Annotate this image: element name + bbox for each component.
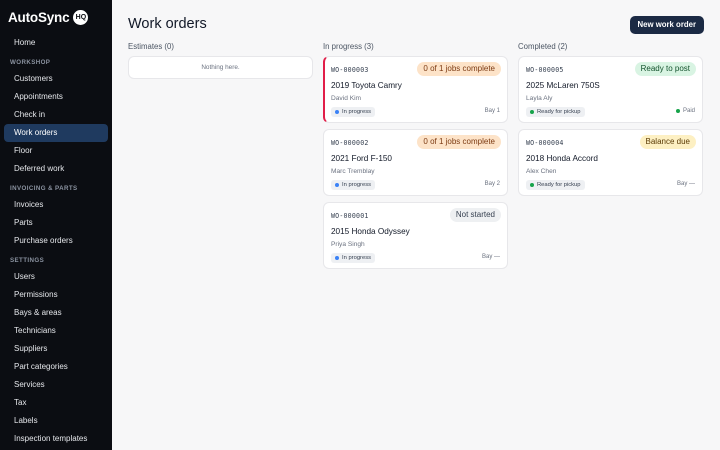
new-work-order-button[interactable]: New work order [629, 16, 704, 34]
sidebar-item-floor[interactable]: Floor [4, 142, 108, 160]
state-tag-label: In progress [342, 109, 371, 115]
blue-dot-icon [335, 110, 339, 114]
sidebar-item-suppliers[interactable]: Suppliers [4, 340, 108, 358]
main-content: Work orders New work order Estimates (0)… [112, 0, 720, 450]
column-title-completed: Completed (2) [518, 42, 568, 51]
sidebar-section-workshop: WORKSHOP [10, 59, 51, 66]
sidebar-item-technicians[interactable]: Technicians [4, 322, 108, 340]
customer-name: David Kim [331, 95, 362, 102]
empty-state: Nothing here. [128, 56, 313, 79]
state-tag-label: In progress [342, 255, 371, 261]
brand-name: AutoSync [8, 9, 70, 25]
payment-status-label: Paid [682, 108, 695, 114]
customer-name: Priya Singh [331, 241, 365, 248]
sidebar-item-permissions[interactable]: Permissions [4, 286, 108, 304]
work-order-card[interactable]: WO-000002 0 of 1 jobs complete 2021 Ford… [323, 129, 508, 196]
vehicle-name: 2018 Honda Accord [526, 154, 598, 163]
state-tag: Ready for pickup [526, 180, 585, 190]
sidebar-item-check-in[interactable]: Check in [4, 106, 108, 124]
sidebar-item-bays-areas[interactable]: Bays & areas [4, 304, 108, 322]
hq-badge-icon: HQ [73, 9, 89, 25]
column-completed: Completed (2) WO-000005 Ready to post 20… [518, 41, 703, 275]
vehicle-name: 2025 McLaren 750S [526, 81, 600, 90]
customer-name: Alex Chen [526, 168, 557, 175]
brand[interactable]: AutoSync HQ [0, 0, 112, 34]
customer-name: Marc Tremblay [331, 168, 375, 175]
bay-label: Bay — [481, 254, 500, 260]
bay-label: Bay 2 [484, 181, 500, 187]
green-dot-icon [530, 183, 534, 187]
state-tag: In progress [331, 253, 375, 263]
sidebar-item-inspection-templates[interactable]: Inspection templates [4, 430, 108, 448]
state-tag: In progress [331, 107, 375, 117]
blue-dot-icon [335, 183, 339, 187]
sidebar-item-customers[interactable]: Customers [4, 70, 108, 88]
work-order-number: WO-000001 [331, 212, 369, 220]
work-order-number: WO-000003 [331, 66, 369, 74]
work-order-number: WO-000005 [526, 66, 564, 74]
vehicle-name: 2015 Honda Odyssey [331, 227, 410, 236]
sidebar-item-purchase-orders[interactable]: Purchase orders [4, 232, 108, 250]
sidebar-section-invoicing: INVOICING & PARTS [10, 185, 78, 192]
status-badge: Balance due [639, 135, 696, 149]
state-tag: In progress [331, 180, 375, 190]
state-tag-label: Ready for pickup [537, 182, 581, 188]
sidebar-section-settings: SETTINGS [10, 257, 45, 264]
vehicle-name: 2021 Ford F-150 [331, 154, 392, 163]
green-dot-icon [675, 109, 680, 113]
sidebar-item-appointments[interactable]: Appointments [4, 88, 108, 106]
payment-status: Paid [675, 108, 695, 114]
state-tag: Ready for pickup [526, 107, 585, 117]
state-tag-label: Ready for pickup [537, 109, 581, 115]
green-dot-icon [530, 110, 534, 114]
work-order-card[interactable]: WO-000001 Not started 2015 Honda Odyssey… [323, 202, 508, 269]
sidebar-item-users[interactable]: Users [4, 268, 108, 286]
sidebar-item-part-categories[interactable]: Part categories [4, 358, 108, 376]
status-badge: Not started [449, 208, 501, 222]
page-header: Work orders New work order [128, 16, 704, 36]
status-badge: Ready to post [634, 62, 696, 76]
blue-dot-icon [335, 256, 339, 260]
sidebar-item-services[interactable]: Services [4, 376, 108, 394]
work-order-card[interactable]: WO-000004 Balance due 2018 Honda Accord … [518, 129, 703, 196]
work-order-card[interactable]: WO-000003 0 of 1 jobs complete 2019 Toyo… [323, 56, 508, 123]
page-title: Work orders [128, 16, 207, 32]
column-in-progress: In progress (3) WO-000003 0 of 1 jobs co… [323, 41, 508, 275]
work-order-board: Estimates (0) Nothing here. In progress … [128, 41, 703, 275]
sidebar-item-deferred-work[interactable]: Deferred work [4, 160, 108, 178]
status-badge: 0 of 1 jobs complete [417, 135, 501, 149]
customer-name: Layla Aly [526, 95, 553, 102]
sidebar-item-work-orders[interactable]: Work orders [4, 124, 108, 142]
sidebar-item-labels[interactable]: Labels [4, 412, 108, 430]
column-title-in-progress: In progress (3) [323, 42, 374, 51]
column-title-estimates: Estimates (0) [128, 42, 174, 51]
sidebar-item-home[interactable]: Home [4, 34, 108, 52]
sidebar-item-invoices[interactable]: Invoices [4, 196, 108, 214]
work-order-number: WO-000004 [526, 139, 564, 147]
sidebar-item-tax[interactable]: Tax [4, 394, 108, 412]
sidebar: AutoSync HQ Home WORKSHOP Customers Appo… [0, 0, 112, 450]
work-order-card[interactable]: WO-000005 Ready to post 2025 McLaren 750… [518, 56, 703, 123]
column-estimates: Estimates (0) Nothing here. [128, 41, 313, 275]
work-order-number: WO-000002 [331, 139, 369, 147]
state-tag-label: In progress [342, 182, 371, 188]
bay-label: Bay — [676, 181, 695, 187]
bay-label: Bay 1 [484, 108, 500, 114]
vehicle-name: 2019 Toyota Camry [331, 81, 402, 90]
status-badge: 0 of 1 jobs complete [417, 62, 501, 76]
sidebar-item-parts[interactable]: Parts [4, 214, 108, 232]
